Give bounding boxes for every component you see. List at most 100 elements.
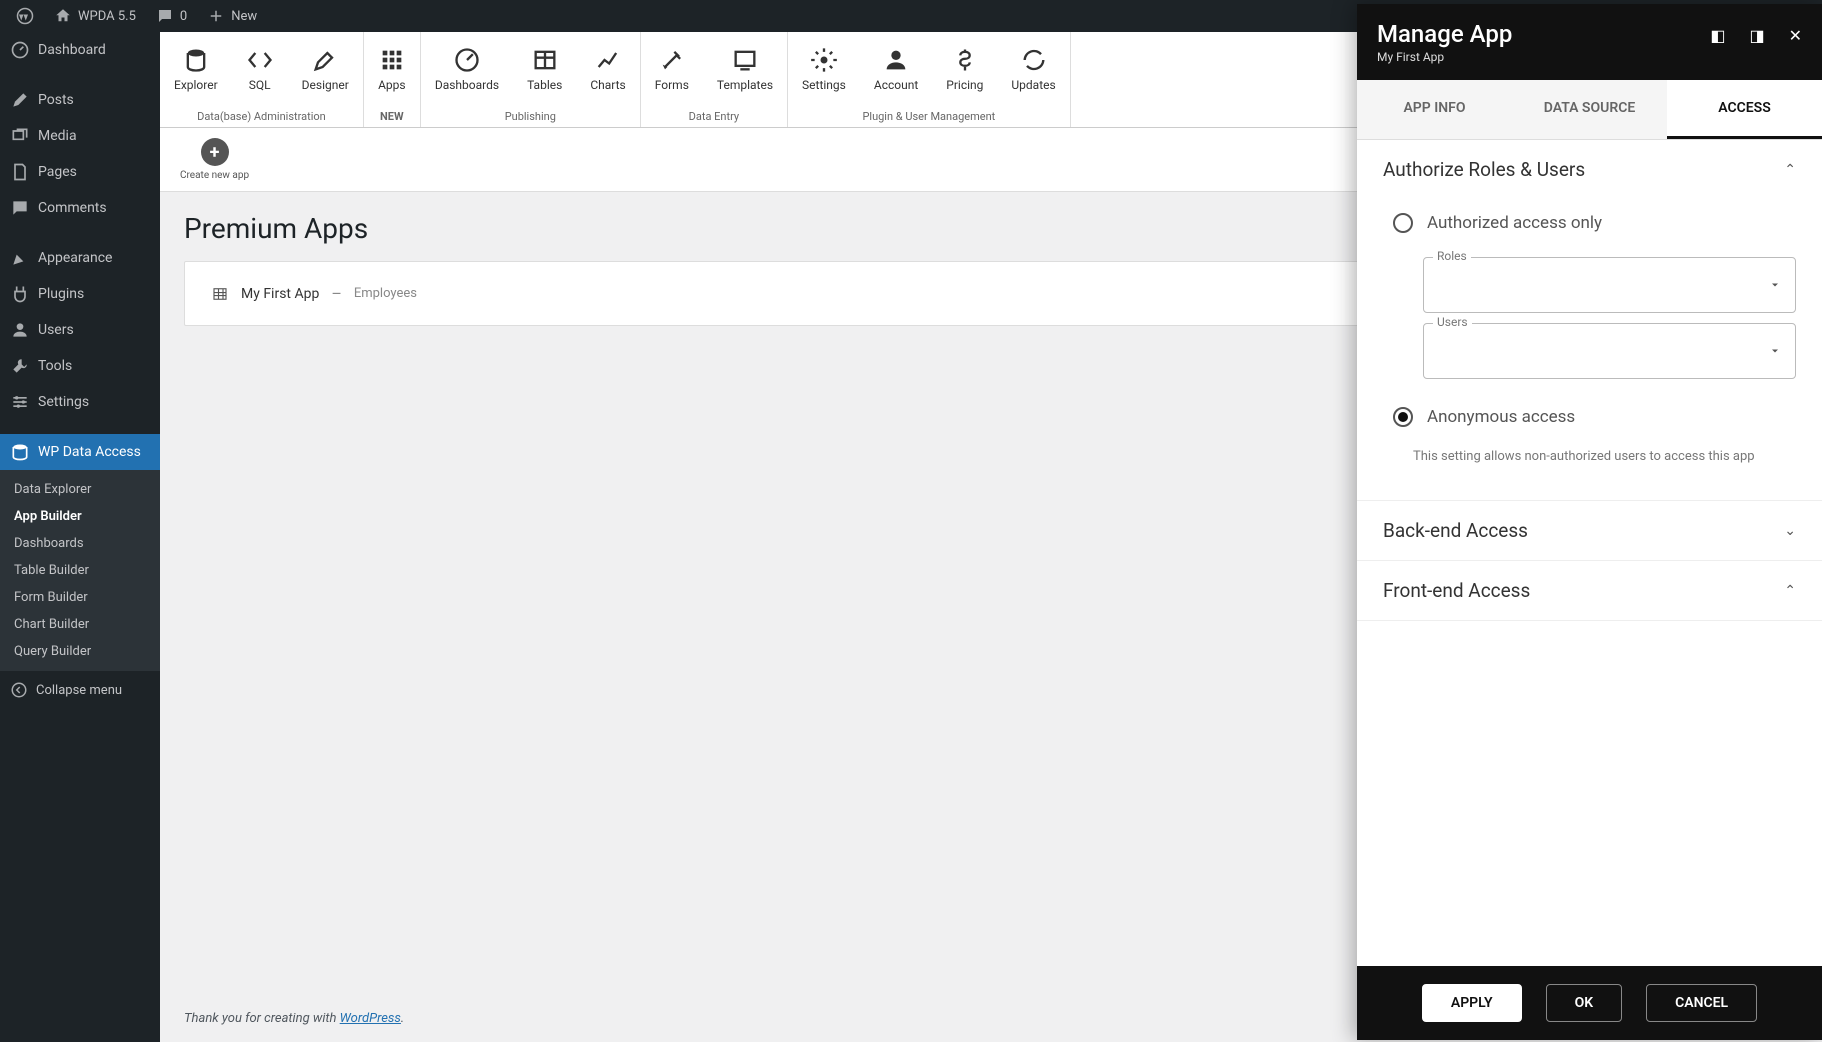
tool-explorer[interactable]: Explorer bbox=[160, 32, 232, 106]
tool-apps[interactable]: Apps bbox=[364, 32, 420, 106]
close-icon[interactable]: ✕ bbox=[1789, 26, 1802, 45]
menu-label: Pages bbox=[38, 164, 77, 180]
tool-charts[interactable]: Charts bbox=[576, 32, 639, 106]
tool-sql[interactable]: SQL bbox=[232, 32, 288, 106]
section-authorize-head[interactable]: Authorize Roles & Users ⌃ bbox=[1357, 140, 1822, 199]
create-new-app[interactable]: + Create new app bbox=[180, 138, 249, 181]
menu-users[interactable]: Users bbox=[0, 312, 160, 348]
drawer-header: Manage App My First App ◧ ◨ ✕ bbox=[1357, 4, 1822, 80]
chevron-up-icon: ⌃ bbox=[1784, 583, 1796, 599]
menu-tools[interactable]: Tools bbox=[0, 348, 160, 384]
tool-designer[interactable]: Designer bbox=[288, 32, 363, 106]
menu-posts[interactable]: Posts bbox=[0, 82, 160, 118]
app-separator: – bbox=[331, 284, 342, 303]
menu-settings[interactable]: Settings bbox=[0, 384, 160, 420]
create-label: Create new app bbox=[180, 170, 249, 181]
tool-label: Charts bbox=[590, 78, 625, 92]
dock-left-icon[interactable]: ◧ bbox=[1710, 26, 1725, 45]
tool-dashboards[interactable]: Dashboards bbox=[421, 32, 513, 106]
submenu-data-explorer[interactable]: Data Explorer bbox=[0, 476, 160, 503]
menu-label: Plugins bbox=[38, 286, 84, 302]
drawer-title: Manage App bbox=[1377, 20, 1512, 48]
tool-label: Forms bbox=[655, 78, 689, 92]
roles-field[interactable]: Roles bbox=[1423, 257, 1796, 313]
ok-button[interactable]: OK bbox=[1546, 984, 1623, 1022]
site-name[interactable]: WPDA 5.5 bbox=[46, 0, 144, 32]
tool-label: Templates bbox=[717, 78, 773, 92]
tool-label: Settings bbox=[802, 78, 846, 92]
menu-comments[interactable]: Comments bbox=[0, 190, 160, 226]
submenu-dashboards[interactable]: Dashboards bbox=[0, 530, 160, 557]
radio-label: Authorized access only bbox=[1427, 213, 1602, 233]
tab-app-info[interactable]: APP INFO bbox=[1357, 80, 1512, 139]
tool-label: Designer bbox=[302, 78, 349, 92]
section-frontend-head[interactable]: Front-end Access ⌃ bbox=[1357, 561, 1822, 620]
dock-right-icon[interactable]: ◨ bbox=[1749, 26, 1764, 45]
section-title: Authorize Roles & Users bbox=[1383, 158, 1585, 181]
comments-count: 0 bbox=[180, 9, 187, 24]
app-table: Employees bbox=[354, 286, 417, 301]
menu-plugins[interactable]: Plugins bbox=[0, 276, 160, 312]
submenu-table-builder[interactable]: Table Builder bbox=[0, 557, 160, 584]
users-field[interactable]: Users bbox=[1423, 323, 1796, 379]
tab-access[interactable]: ACCESS bbox=[1667, 80, 1822, 139]
submenu-query-builder[interactable]: Query Builder bbox=[0, 638, 160, 665]
drawer-tabs: APP INFO DATA SOURCE ACCESS bbox=[1357, 80, 1822, 140]
site-name-label: WPDA 5.5 bbox=[78, 9, 136, 24]
menu-label: Comments bbox=[38, 200, 107, 216]
plus-icon: + bbox=[201, 138, 229, 166]
tool-forms[interactable]: Forms bbox=[641, 32, 703, 106]
new-label: New bbox=[231, 9, 257, 24]
new-link[interactable]: New bbox=[199, 0, 265, 32]
tool-updates[interactable]: Updates bbox=[997, 32, 1069, 106]
menu-label: WP Data Access bbox=[38, 444, 141, 460]
tool-label: SQL bbox=[249, 78, 271, 92]
tool-label: Explorer bbox=[174, 78, 218, 92]
apply-button[interactable]: APPLY bbox=[1422, 984, 1522, 1022]
radio-authorized[interactable]: Authorized access only bbox=[1383, 203, 1796, 247]
tool-pricing[interactable]: Pricing bbox=[932, 32, 997, 106]
wp-logo[interactable] bbox=[8, 0, 42, 32]
collapse-menu[interactable]: Collapse menu bbox=[0, 671, 160, 709]
submenu-form-builder[interactable]: Form Builder bbox=[0, 584, 160, 611]
tool-settings[interactable]: Settings bbox=[788, 32, 860, 106]
submenu-app-builder[interactable]: App Builder bbox=[0, 503, 160, 530]
group-plugin: Plugin & User Management bbox=[788, 106, 1070, 127]
tool-label: Pricing bbox=[946, 78, 983, 92]
section-backend-head[interactable]: Back-end Access ⌄ bbox=[1357, 501, 1822, 560]
group-dbadmin: Data(base) Administration bbox=[160, 106, 363, 127]
radio-anonymous[interactable]: Anonymous access bbox=[1383, 397, 1796, 441]
tool-tables[interactable]: Tables bbox=[513, 32, 576, 106]
menu-wpda[interactable]: WP Data Access bbox=[0, 434, 160, 470]
cancel-button[interactable]: CANCEL bbox=[1646, 984, 1757, 1022]
section-authorize: Authorize Roles & Users ⌃ Authorized acc… bbox=[1357, 140, 1822, 501]
dropdown-icon bbox=[1769, 345, 1781, 357]
comments-link[interactable]: 0 bbox=[148, 0, 195, 32]
field-label: Roles bbox=[1433, 249, 1471, 263]
radio-icon bbox=[1393, 213, 1413, 233]
helper-text: This setting allows non-authorized users… bbox=[1383, 441, 1796, 474]
submenu-wpda: Data Explorer App Builder Dashboards Tab… bbox=[0, 470, 160, 671]
collapse-label: Collapse menu bbox=[36, 683, 122, 698]
drawer-body: Authorize Roles & Users ⌃ Authorized acc… bbox=[1357, 140, 1822, 966]
app-name: My First App bbox=[241, 286, 319, 302]
dropdown-icon bbox=[1769, 279, 1781, 291]
tool-label: Tables bbox=[527, 78, 562, 92]
menu-pages[interactable]: Pages bbox=[0, 154, 160, 190]
section-title: Back-end Access bbox=[1383, 519, 1528, 542]
chevron-up-icon: ⌃ bbox=[1784, 162, 1796, 178]
menu-appearance[interactable]: Appearance bbox=[0, 240, 160, 276]
footer-wp-link[interactable]: WordPress bbox=[340, 1011, 401, 1026]
group-publishing: Publishing bbox=[421, 106, 640, 127]
radio-label: Anonymous access bbox=[1427, 407, 1575, 427]
tab-data-source[interactable]: DATA SOURCE bbox=[1512, 80, 1667, 139]
menu-media[interactable]: Media bbox=[0, 118, 160, 154]
tool-account[interactable]: Account bbox=[860, 32, 932, 106]
table-icon bbox=[211, 285, 229, 303]
submenu-chart-builder[interactable]: Chart Builder bbox=[0, 611, 160, 638]
menu-dashboard[interactable]: Dashboard bbox=[0, 32, 160, 68]
tool-templates[interactable]: Templates bbox=[703, 32, 787, 106]
section-backend: Back-end Access ⌄ bbox=[1357, 501, 1822, 561]
admin-sidebar: Dashboard Posts Media Pages Comments App… bbox=[0, 32, 160, 1042]
footer: Thank you for creating with WordPress. bbox=[184, 1011, 404, 1026]
